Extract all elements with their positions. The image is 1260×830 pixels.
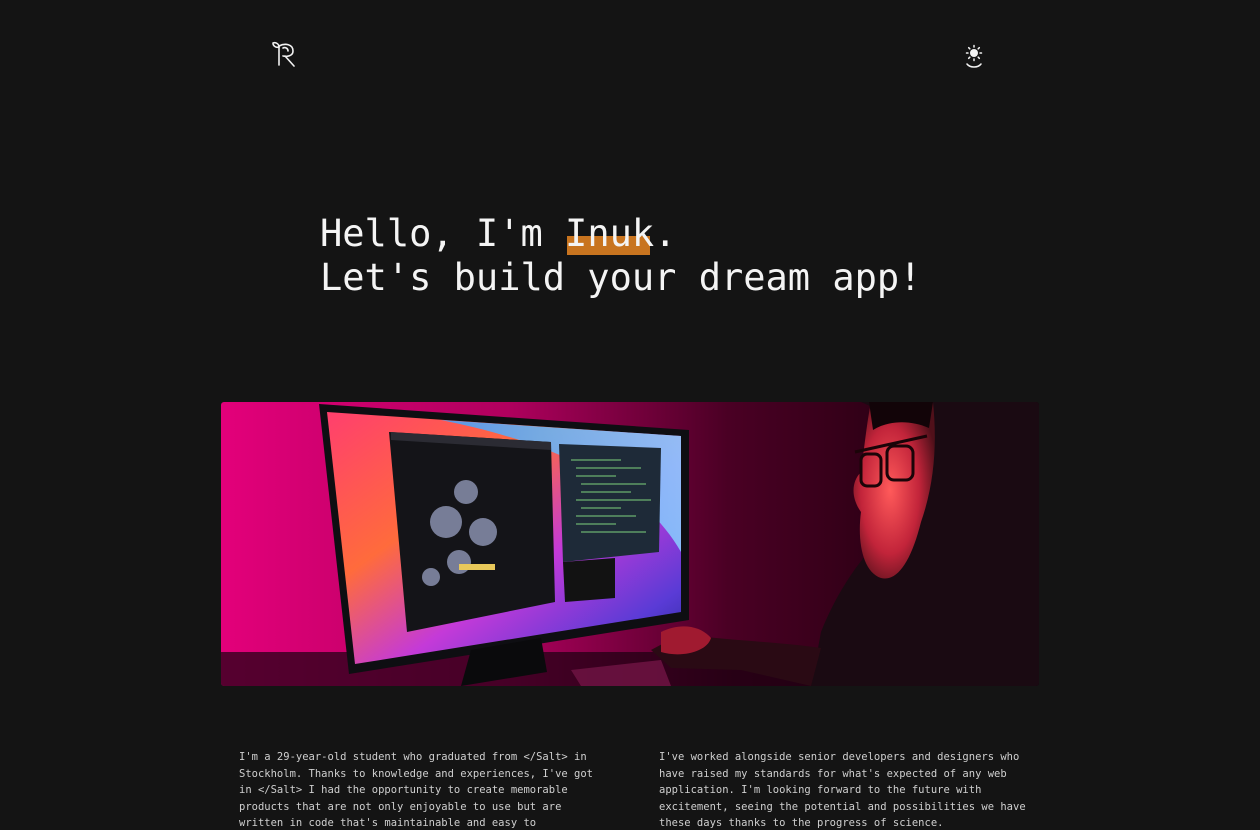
hero-heading: Hello, I'm Inuk. Let's build your dream …: [320, 212, 921, 300]
developer-at-curved-monitor-photo-icon: [221, 402, 1039, 686]
about-paragraph-right: I've worked alongside senior developers …: [659, 751, 1026, 830]
hero-tagline: Let's build your dream app!: [320, 256, 922, 299]
hero-greeting-line: Hello, I'm Inuk.: [320, 212, 921, 256]
hero-greeting-before: Hello, I'm: [320, 212, 566, 255]
hero-name-text: Inuk: [565, 212, 655, 255]
portfolio-page: Hello, I'm Inuk. Let's build your dream …: [0, 0, 1260, 830]
sun-icon[interactable]: [962, 44, 986, 70]
about-paragraph-left: I'm a 29-year-old student who graduated …: [239, 751, 594, 830]
hero-name: Inuk: [565, 212, 654, 256]
r-monogram-logo-icon[interactable]: [271, 39, 301, 69]
hero-greeting-after: .: [654, 212, 677, 255]
